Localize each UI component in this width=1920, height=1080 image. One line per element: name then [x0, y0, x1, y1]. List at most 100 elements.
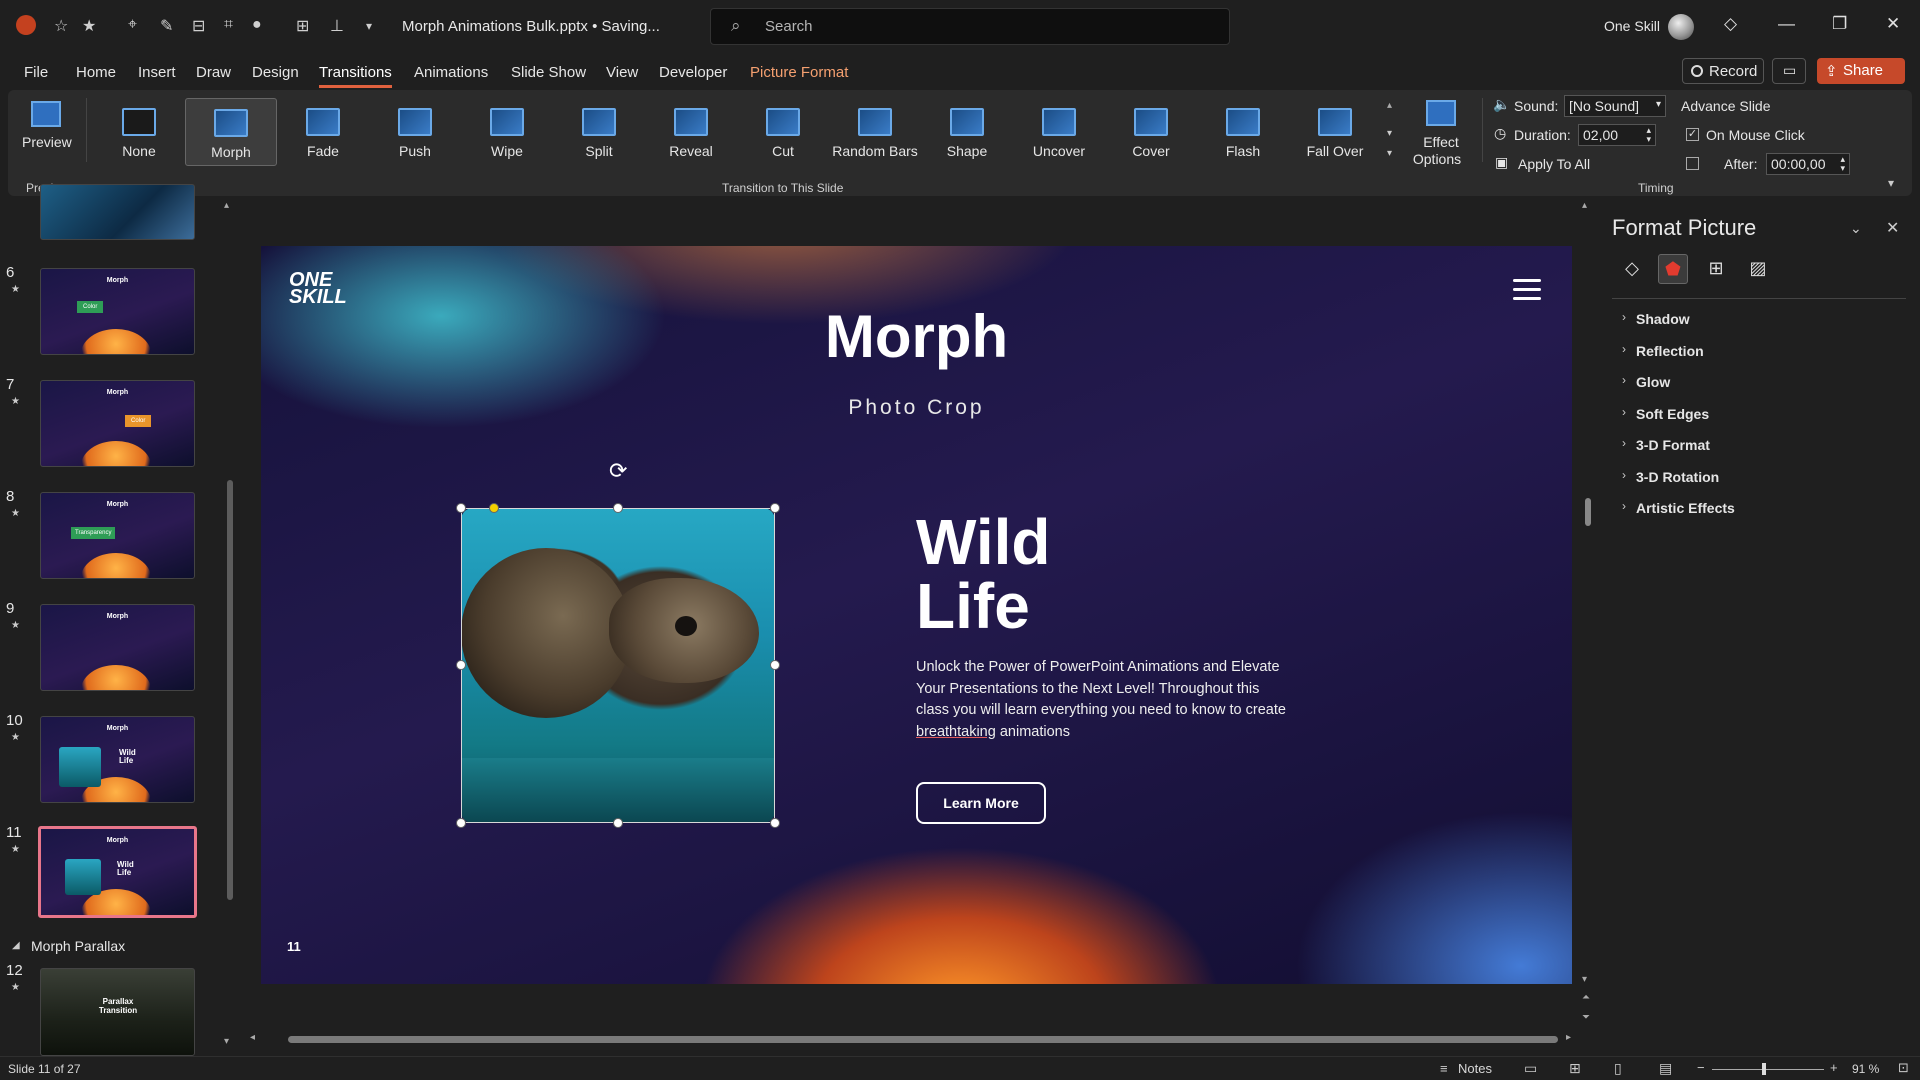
size-properties-icon[interactable]: ⊞: [1701, 254, 1731, 284]
resize-handle[interactable]: [456, 660, 466, 670]
canvas-vertical-scrollbar[interactable]: [1585, 498, 1591, 526]
learn-more-button[interactable]: Learn More: [916, 782, 1046, 824]
preview-button[interactable]: Preview: [20, 96, 72, 156]
adjust-handle[interactable]: [489, 503, 499, 513]
section-artistic-effects[interactable]: Artistic Effects: [1636, 500, 1735, 516]
transition-fade[interactable]: Fade: [277, 98, 369, 166]
transition-none[interactable]: None: [93, 98, 185, 166]
transition-shape[interactable]: Shape: [921, 98, 1013, 166]
transition-uncover[interactable]: Uncover: [1013, 98, 1105, 166]
effect-options-button[interactable]: Effect Options: [1404, 96, 1478, 168]
next-slide-icon[interactable]: ⏷: [1582, 1012, 1590, 1023]
resize-handle[interactable]: [613, 818, 623, 828]
align-icon[interactable]: ⊟: [192, 16, 205, 36]
resize-handle[interactable]: [456, 503, 466, 513]
on-mouse-click-checkbox[interactable]: ✓: [1686, 128, 1699, 141]
tab-insert[interactable]: Insert: [138, 64, 176, 81]
gallery-more-icon[interactable]: ▾: [1387, 148, 1392, 159]
transition-reveal[interactable]: Reveal: [645, 98, 737, 166]
share-button[interactable]: ⇪ Share: [1817, 58, 1905, 84]
canvas-scroll-left-icon[interactable]: ◂: [250, 1032, 255, 1043]
zoom-slider[interactable]: [1712, 1069, 1824, 1070]
transition-wipe[interactable]: Wipe: [461, 98, 553, 166]
section-shadow[interactable]: Shadow: [1636, 311, 1690, 327]
resize-handle[interactable]: [770, 503, 780, 513]
tab-home[interactable]: Home: [76, 64, 116, 81]
thumbnail-scroll-down-icon[interactable]: ▾: [224, 1036, 229, 1047]
slide-subtitle[interactable]: Photo Crop: [261, 396, 1572, 420]
transition-split[interactable]: Split: [553, 98, 645, 166]
apply-to-all-button[interactable]: Apply To All: [1518, 156, 1590, 172]
slide-thumbnail-8[interactable]: Morph Transparency: [40, 492, 195, 579]
premium-diamond-icon[interactable]: ◇: [1724, 14, 1737, 34]
transition-flash[interactable]: Flash: [1197, 98, 1289, 166]
crop-icon[interactable]: ⌗: [224, 16, 233, 34]
tab-slide-show[interactable]: Slide Show: [511, 64, 586, 81]
zoom-level[interactable]: 91 %: [1852, 1062, 1879, 1076]
autosave-icon[interactable]: ☆: [54, 16, 68, 36]
gallery-scroll-down-icon[interactable]: ▾: [1387, 128, 1392, 139]
slide-thumbnail-10[interactable]: Morph Wild Life: [40, 716, 195, 803]
fill-line-icon[interactable]: ◇: [1617, 254, 1647, 284]
draw-icon[interactable]: ✎: [160, 16, 173, 36]
tab-draw[interactable]: Draw: [196, 64, 231, 81]
slide-thumbnail-12[interactable]: Parallax Transition: [40, 968, 195, 1056]
search-input[interactable]: ⌕ Search: [710, 8, 1230, 45]
wild-life-headline[interactable]: Wild Life: [916, 510, 1051, 638]
section-glow[interactable]: Glow: [1636, 374, 1670, 390]
zoom-slider-thumb[interactable]: [1762, 1063, 1766, 1075]
transition-push[interactable]: Push: [369, 98, 461, 166]
sound-select[interactable]: [No Sound] ▾: [1564, 95, 1666, 117]
section-3d-rotation[interactable]: 3-D Rotation: [1636, 469, 1719, 485]
record-button[interactable]: Record: [1682, 58, 1764, 84]
thumbnail-scrollbar[interactable]: [227, 480, 233, 900]
slide-thumbnail-6[interactable]: Morph Color: [40, 268, 195, 355]
canvas-scroll-right-icon[interactable]: ▸: [1566, 1032, 1571, 1043]
zoom-in-icon[interactable]: +: [1830, 1060, 1838, 1075]
section-label[interactable]: Morph Parallax: [31, 938, 125, 954]
tab-view[interactable]: View: [606, 64, 638, 81]
transition-morph[interactable]: Morph: [185, 98, 277, 166]
transition-fall-over[interactable]: Fall Over: [1289, 98, 1381, 166]
resize-handle[interactable]: [456, 818, 466, 828]
slideshow-icon[interactable]: ▤: [1659, 1060, 1672, 1077]
favorites-icon[interactable]: ★: [82, 16, 96, 36]
tab-developer[interactable]: Developer: [659, 64, 727, 81]
transition-random-bars[interactable]: Random Bars: [829, 98, 921, 166]
after-spinner[interactable]: 00:00,00 ▴ ▾: [1766, 153, 1850, 175]
avatar[interactable]: [1668, 14, 1694, 40]
more-commands-icon[interactable]: ▾: [366, 19, 372, 33]
document-title[interactable]: Morph Animations Bulk.pptx • Saving...: [402, 18, 660, 35]
slide-sorter-icon[interactable]: ⊞: [1569, 1060, 1581, 1077]
pane-close-icon[interactable]: ✕: [1886, 218, 1899, 238]
section-soft-edges[interactable]: Soft Edges: [1636, 406, 1709, 422]
tab-animations[interactable]: Animations: [414, 64, 488, 81]
notes-button[interactable]: Notes: [1458, 1061, 1492, 1076]
canvas-horizontal-scrollbar[interactable]: [288, 1036, 1558, 1043]
collapse-ribbon-icon[interactable]: ▾: [1888, 176, 1894, 190]
slide-title[interactable]: Morph: [261, 302, 1572, 371]
slide-canvas[interactable]: ONE SKILL Morph Photo Crop ⟳ Wild Life Unl…: [261, 246, 1572, 984]
slide-thumbnail-11[interactable]: Morph Wild Life: [38, 826, 197, 918]
effects-pentagon-icon[interactable]: ⬟: [1658, 254, 1688, 284]
previous-slide-icon[interactable]: ⏶: [1582, 992, 1590, 1003]
pane-options-icon[interactable]: ⌄: [1850, 220, 1862, 237]
section-3d-format[interactable]: 3-D Format: [1636, 437, 1710, 453]
transition-cover[interactable]: Cover: [1105, 98, 1197, 166]
reading-view-icon[interactable]: ▯: [1614, 1060, 1622, 1077]
gallery-scroll-up-icon[interactable]: ▴: [1387, 100, 1392, 111]
slide-thumbnail-5[interactable]: [40, 184, 195, 240]
after-checkbox[interactable]: [1686, 157, 1699, 170]
resize-handle[interactable]: [770, 818, 780, 828]
canvas-scroll-down-icon[interactable]: ▾: [1582, 974, 1587, 985]
thumbnail-scroll-up-icon[interactable]: ▴: [224, 200, 229, 211]
customize-icon[interactable]: ⌖: [128, 16, 137, 34]
restore-icon[interactable]: ❐: [1832, 14, 1847, 34]
comments-button[interactable]: ▭: [1772, 58, 1806, 84]
align-center-icon[interactable]: ⊥: [330, 16, 344, 36]
section-reflection[interactable]: Reflection: [1636, 343, 1704, 359]
zoom-out-icon[interactable]: −: [1697, 1060, 1705, 1075]
rotate-icon[interactable]: ⟳: [609, 458, 627, 484]
distribute-icon[interactable]: ⊞: [296, 16, 309, 36]
user-name[interactable]: One Skill: [1604, 18, 1660, 34]
